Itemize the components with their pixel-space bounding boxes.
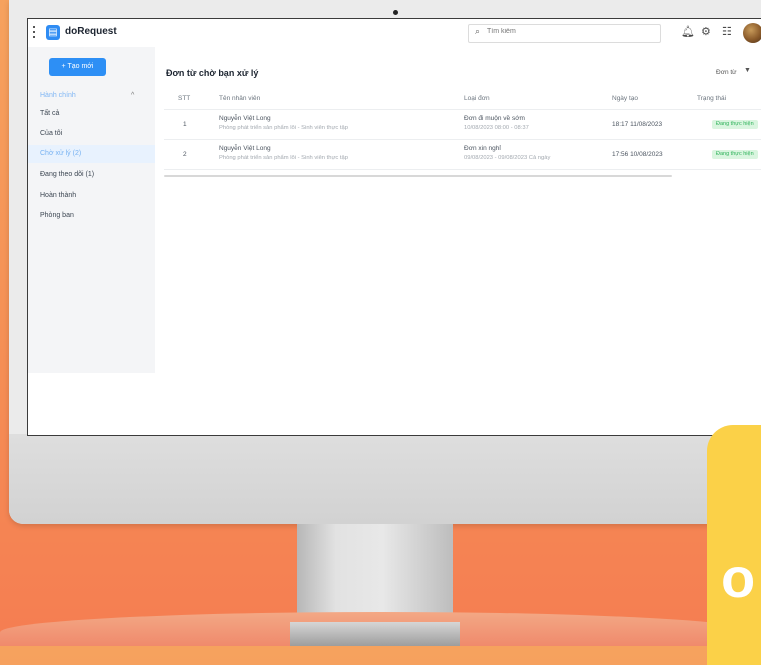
grid-icon[interactable]: ☷ [722, 26, 732, 38]
column-header-type: Loại đơn [464, 95, 490, 102]
sidebar-item-all[interactable]: Tất cả [28, 105, 155, 123]
create-new-button[interactable]: + Tạo mới [49, 58, 106, 76]
column-header-stt: STT [178, 95, 191, 102]
column-header-name: Tên nhân viên [219, 95, 261, 102]
monitor-stand-base [290, 622, 460, 646]
employee-dept: Phòng phát triển sản phẩm lõi - Sinh viê… [219, 125, 348, 131]
sidebar-item-label: Của tôi [40, 130, 63, 137]
camera-dot [393, 10, 398, 15]
status-badge: Đang thực hiện [712, 120, 758, 129]
bell-icon[interactable]: 🔔︎ [681, 26, 695, 38]
row-index: 2 [183, 151, 187, 158]
promo-letter-shape: o [721, 546, 756, 609]
status-badge: Đang thực hiện [712, 150, 758, 159]
top-bar: ▤ doRequest ⌕ 🔔︎ ⚙ ☷ [28, 19, 761, 47]
table-row[interactable]: 1 Nguyễn Việt Long Phòng phát triển sản … [164, 110, 761, 140]
app-name: doRequest [65, 26, 117, 37]
sidebar-item-mine[interactable]: Của tôi [28, 125, 155, 143]
app-window: ▤ doRequest ⌕ 🔔︎ ⚙ ☷ + Tạo mới › Hành ch… [27, 18, 761, 436]
chevron-up-icon: ^ [131, 92, 135, 99]
monitor: ▤ doRequest ⌕ 🔔︎ ⚙ ☷ + Tạo mới › Hành ch… [9, 0, 761, 524]
request-detail: 09/08/2023 - 09/08/2023 Cả ngày [464, 155, 551, 161]
sidebar-item-label: Tất cả [40, 110, 60, 117]
created-date: 18:17 11/08/2023 [612, 121, 663, 128]
sidebar-group-label: Hành chính [40, 92, 76, 99]
search-input[interactable] [485, 27, 649, 36]
page-title: Đơn từ chờ bạn xử lý [166, 68, 259, 78]
table-row[interactable]: 2 Nguyễn Việt Long Phòng phát triển sản … [164, 140, 761, 170]
menu-dots-icon[interactable] [33, 26, 35, 38]
sidebar-item-label: Hoàn thành [40, 192, 77, 199]
request-type: Đơn đi muộn về sớm [464, 115, 525, 122]
employee-name: Nguyễn Việt Long [219, 145, 271, 152]
employee-dept: Phòng phát triển sản phẩm lõi - Sinh viê… [219, 155, 348, 161]
monitor-stand [297, 524, 453, 622]
search-icon: ⌕ [475, 26, 481, 36]
sidebar-item-pending[interactable]: Chờ xử lý (2) [28, 145, 155, 163]
column-header-status: Trạng thái [697, 95, 727, 102]
sidebar-item-label: Phòng ban [40, 212, 74, 219]
request-detail: 10/08/2023 08:00 - 08:37 [464, 125, 529, 131]
sidebar-item-completed[interactable]: Hoàn thành [28, 187, 155, 205]
created-date: 17:56 10/08/2023 [612, 151, 663, 158]
sidebar-item-following[interactable]: Đang theo dõi (1) [28, 166, 155, 184]
employee-name: Nguyễn Việt Long [219, 115, 271, 122]
filter-icon[interactable]: ▼ [744, 67, 751, 74]
column-header-created: Ngày tạo [612, 95, 639, 102]
horizontal-scrollbar[interactable] [164, 175, 672, 177]
sidebar-item-label: Chờ xử lý (2) [40, 150, 82, 157]
sidebar-item-departments[interactable]: Phòng ban [28, 207, 155, 225]
table-header: STT Tên nhân viên Loại đơn Ngày tạo Trạn… [164, 89, 761, 110]
bullet-icon: › [28, 92, 29, 99]
gear-icon[interactable]: ⚙ [701, 26, 711, 38]
document-icon: ▤ [46, 25, 60, 40]
request-type: Đơn xin nghỉ [464, 145, 501, 152]
monitor-chin [9, 434, 761, 524]
sidebar-group-header[interactable]: › Hành chính ^ [28, 92, 155, 104]
avatar[interactable] [743, 23, 761, 43]
sidebar: + Tạo mới › Hành chính ^ Tất cả Của tôi … [28, 47, 155, 373]
sidebar-item-label: Đang theo dõi (1) [40, 171, 95, 178]
filter-label[interactable]: Đơn từ [716, 69, 737, 76]
search-box[interactable]: ⌕ [468, 24, 661, 43]
row-index: 1 [183, 121, 187, 128]
promo-shape: o [707, 425, 761, 665]
